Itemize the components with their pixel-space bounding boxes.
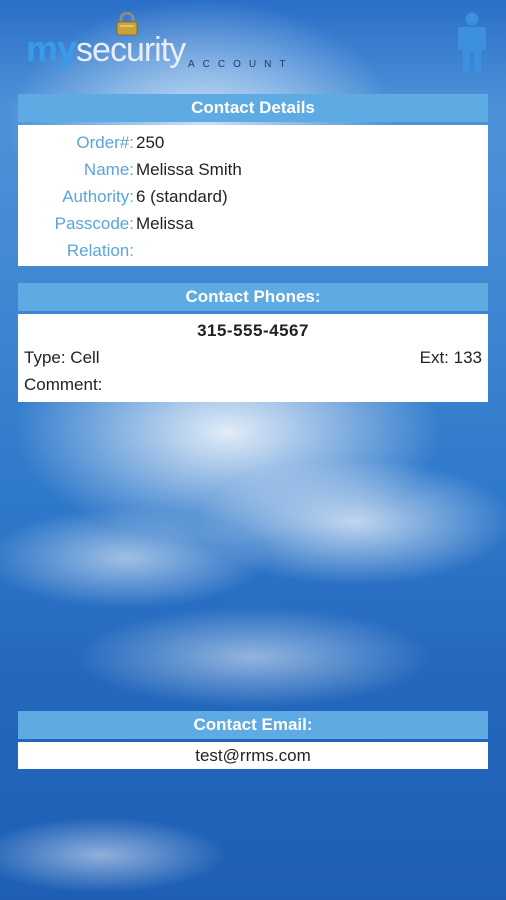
detail-label: Name: [83, 160, 134, 179]
detail-row-relation: Relation: [18, 237, 488, 264]
detail-row-name: Name: Melissa Smith [18, 156, 488, 183]
detail-label: Relation: [66, 241, 134, 260]
detail-value: 250 [136, 133, 165, 152]
phone-entry[interactable]: 315-555-4567 Type: Cell Ext: 133 Comment… [18, 314, 488, 402]
contact-details-section: Contact Details Order#: 250 Name: Meliss… [18, 94, 488, 266]
detail-row-order: Order#: 250 [18, 129, 488, 156]
contact-details-body: Order#: 250 Name: Melissa Smith Authorit… [18, 125, 488, 266]
detail-label: Passcode: [54, 214, 134, 233]
detail-row-passcode: Passcode: Melissa [18, 210, 488, 237]
detail-value: Melissa Smith [136, 160, 242, 179]
detail-value: Melissa [136, 214, 194, 233]
detail-value [134, 237, 136, 264]
logo-account-text: ACCOUNT [188, 59, 294, 70]
app-header: mysecurity ACCOUNT [0, 0, 506, 88]
logo-security-text: security [76, 31, 186, 69]
lock-icon [116, 12, 138, 36]
detail-label: Authority: [62, 187, 134, 206]
contact-details-header: Contact Details [18, 94, 488, 122]
contact-email-header: Contact Email: [18, 711, 488, 739]
phone-comment: Comment: [24, 375, 103, 394]
detail-label: Order#: [76, 133, 134, 152]
phone-number[interactable]: 315-555-4567 [18, 314, 488, 341]
contact-email-section: Contact Email: test@rrms.com [18, 711, 488, 769]
contact-phones-section: Contact Phones: 315-555-4567 Type: Cell … [18, 283, 488, 402]
detail-value: 6 (standard) [136, 187, 228, 206]
phone-type: Type: Cell [24, 348, 100, 367]
mysecurity-logo: mysecurity ACCOUNT [26, 12, 285, 70]
contact-phones-header: Contact Phones: [18, 283, 488, 311]
phone-ext: Ext: 133 [419, 348, 482, 367]
logo-my-text: my [26, 28, 77, 69]
detail-row-authority: Authority: 6 (standard) [18, 183, 488, 210]
user-icon[interactable] [456, 12, 488, 76]
email-address[interactable]: test@rrms.com [18, 742, 488, 769]
